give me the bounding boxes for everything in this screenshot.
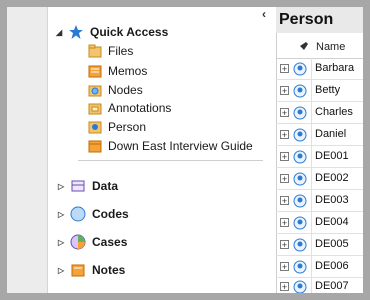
list-item-label: DE006: [311, 256, 349, 277]
codes-icon: [70, 206, 86, 222]
files-icon: [88, 44, 102, 58]
quick-access-divider: [78, 160, 263, 161]
list-item-label: DE007: [311, 276, 349, 297]
expand-box-icon[interactable]: +: [280, 262, 289, 272]
list-item[interactable]: + DE004: [276, 212, 363, 234]
list-item-label: Daniel: [311, 124, 346, 145]
case-icon: [293, 106, 307, 119]
pin-icon[interactable]: [296, 40, 310, 54]
expand-box-icon[interactable]: +: [280, 240, 289, 250]
collapsed-triangle-icon[interactable]: ▷: [58, 238, 70, 247]
quick-access-item-label: Person: [108, 120, 147, 134]
list-item-label: Betty: [311, 80, 340, 101]
expand-box-icon[interactable]: +: [280, 196, 289, 206]
case-icon: [293, 172, 307, 185]
collapsed-triangle-icon[interactable]: ▷: [58, 182, 70, 191]
quick-access-item-interview-guide[interactable]: Down East Interview Guide: [88, 139, 253, 153]
quick-access-item-label: Annotations: [108, 101, 172, 115]
list-item-label: DE001: [311, 146, 349, 167]
section-notes[interactable]: ▷ Notes: [58, 262, 125, 278]
list-item-label: DE004: [311, 212, 349, 233]
list-item[interactable]: + DE001: [276, 146, 363, 168]
memos-icon: [88, 65, 102, 78]
list-item[interactable]: + DE002: [276, 168, 363, 190]
quick-access-item-person[interactable]: Person: [88, 120, 146, 134]
expand-box-icon[interactable]: +: [280, 108, 289, 118]
list-header: Name: [276, 36, 363, 59]
case-icon: [293, 238, 307, 251]
annotations-icon: [88, 103, 102, 115]
case-icon: [293, 62, 307, 75]
case-icon: [293, 84, 307, 97]
quick-access-star-icon: [69, 25, 83, 39]
column-header-name[interactable]: Name: [316, 41, 345, 53]
collapsed-triangle-icon[interactable]: ▷: [58, 266, 70, 275]
collapse-pane-button[interactable]: ‹: [262, 7, 266, 21]
case-icon: [293, 216, 307, 229]
list-item[interactable]: + DE007: [276, 276, 363, 298]
notebook-icon: [88, 140, 102, 153]
list-pane-title: Person: [276, 7, 363, 33]
quick-access-item-label: Down East Interview Guide: [108, 139, 253, 153]
case-icon: [293, 150, 307, 163]
expand-triangle-icon[interactable]: ◢: [56, 28, 68, 37]
expand-box-icon[interactable]: +: [280, 152, 289, 162]
case-icon: [293, 194, 307, 207]
quick-access-item-label: Memos: [108, 64, 148, 78]
section-data[interactable]: ▷ Data: [58, 178, 118, 194]
expand-box-icon[interactable]: +: [280, 86, 289, 96]
list-item[interactable]: + Barbara: [276, 58, 363, 80]
section-codes[interactable]: ▷ Codes: [58, 206, 129, 222]
case-icon: [293, 260, 307, 273]
expand-box-icon[interactable]: +: [280, 130, 289, 140]
list-item-label: Charles: [311, 102, 353, 123]
list-item[interactable]: + Daniel: [276, 124, 363, 146]
case-icon: [293, 280, 307, 293]
list-item[interactable]: + Betty: [276, 80, 363, 102]
section-label: Codes: [92, 207, 129, 221]
nodes-icon: [88, 85, 102, 97]
quick-access-label: Quick Access: [90, 25, 169, 39]
expand-box-icon[interactable]: +: [280, 282, 289, 292]
quick-access-header[interactable]: ◢ Quick Access: [56, 24, 168, 40]
notes-icon: [71, 264, 85, 277]
list-item[interactable]: + DE003: [276, 190, 363, 212]
quick-access-item-files[interactable]: Files: [88, 44, 133, 58]
list-item[interactable]: + DE006: [276, 256, 363, 278]
expand-box-icon[interactable]: +: [280, 218, 289, 228]
section-cases[interactable]: ▷ Cases: [58, 234, 127, 250]
section-label: Cases: [92, 235, 128, 249]
case-icon: [293, 128, 307, 141]
list-item[interactable]: + DE005: [276, 234, 363, 256]
list-item-label: DE005: [311, 234, 349, 255]
list-item-label: DE003: [311, 190, 349, 211]
section-label: Data: [92, 179, 119, 193]
collapsed-triangle-icon[interactable]: ▷: [58, 210, 70, 219]
quick-access-item-memos[interactable]: Memos: [88, 64, 147, 78]
expand-box-icon[interactable]: +: [280, 64, 289, 74]
quick-access-item-nodes[interactable]: Nodes: [88, 83, 143, 97]
list-item-label: DE002: [311, 168, 349, 189]
section-label: Notes: [92, 263, 126, 277]
quick-access-item-label: Nodes: [108, 83, 143, 97]
quick-access-item-label: Files: [108, 44, 134, 58]
list-item-label: Barbara: [311, 58, 354, 79]
quick-access-item-annotations[interactable]: Annotations: [88, 101, 171, 115]
left-strip: [7, 7, 47, 293]
expand-box-icon[interactable]: +: [280, 174, 289, 184]
data-icon: [71, 180, 85, 192]
cases-icon: [70, 234, 86, 250]
person-icon: [88, 121, 102, 134]
list-item[interactable]: + Charles: [276, 102, 363, 124]
